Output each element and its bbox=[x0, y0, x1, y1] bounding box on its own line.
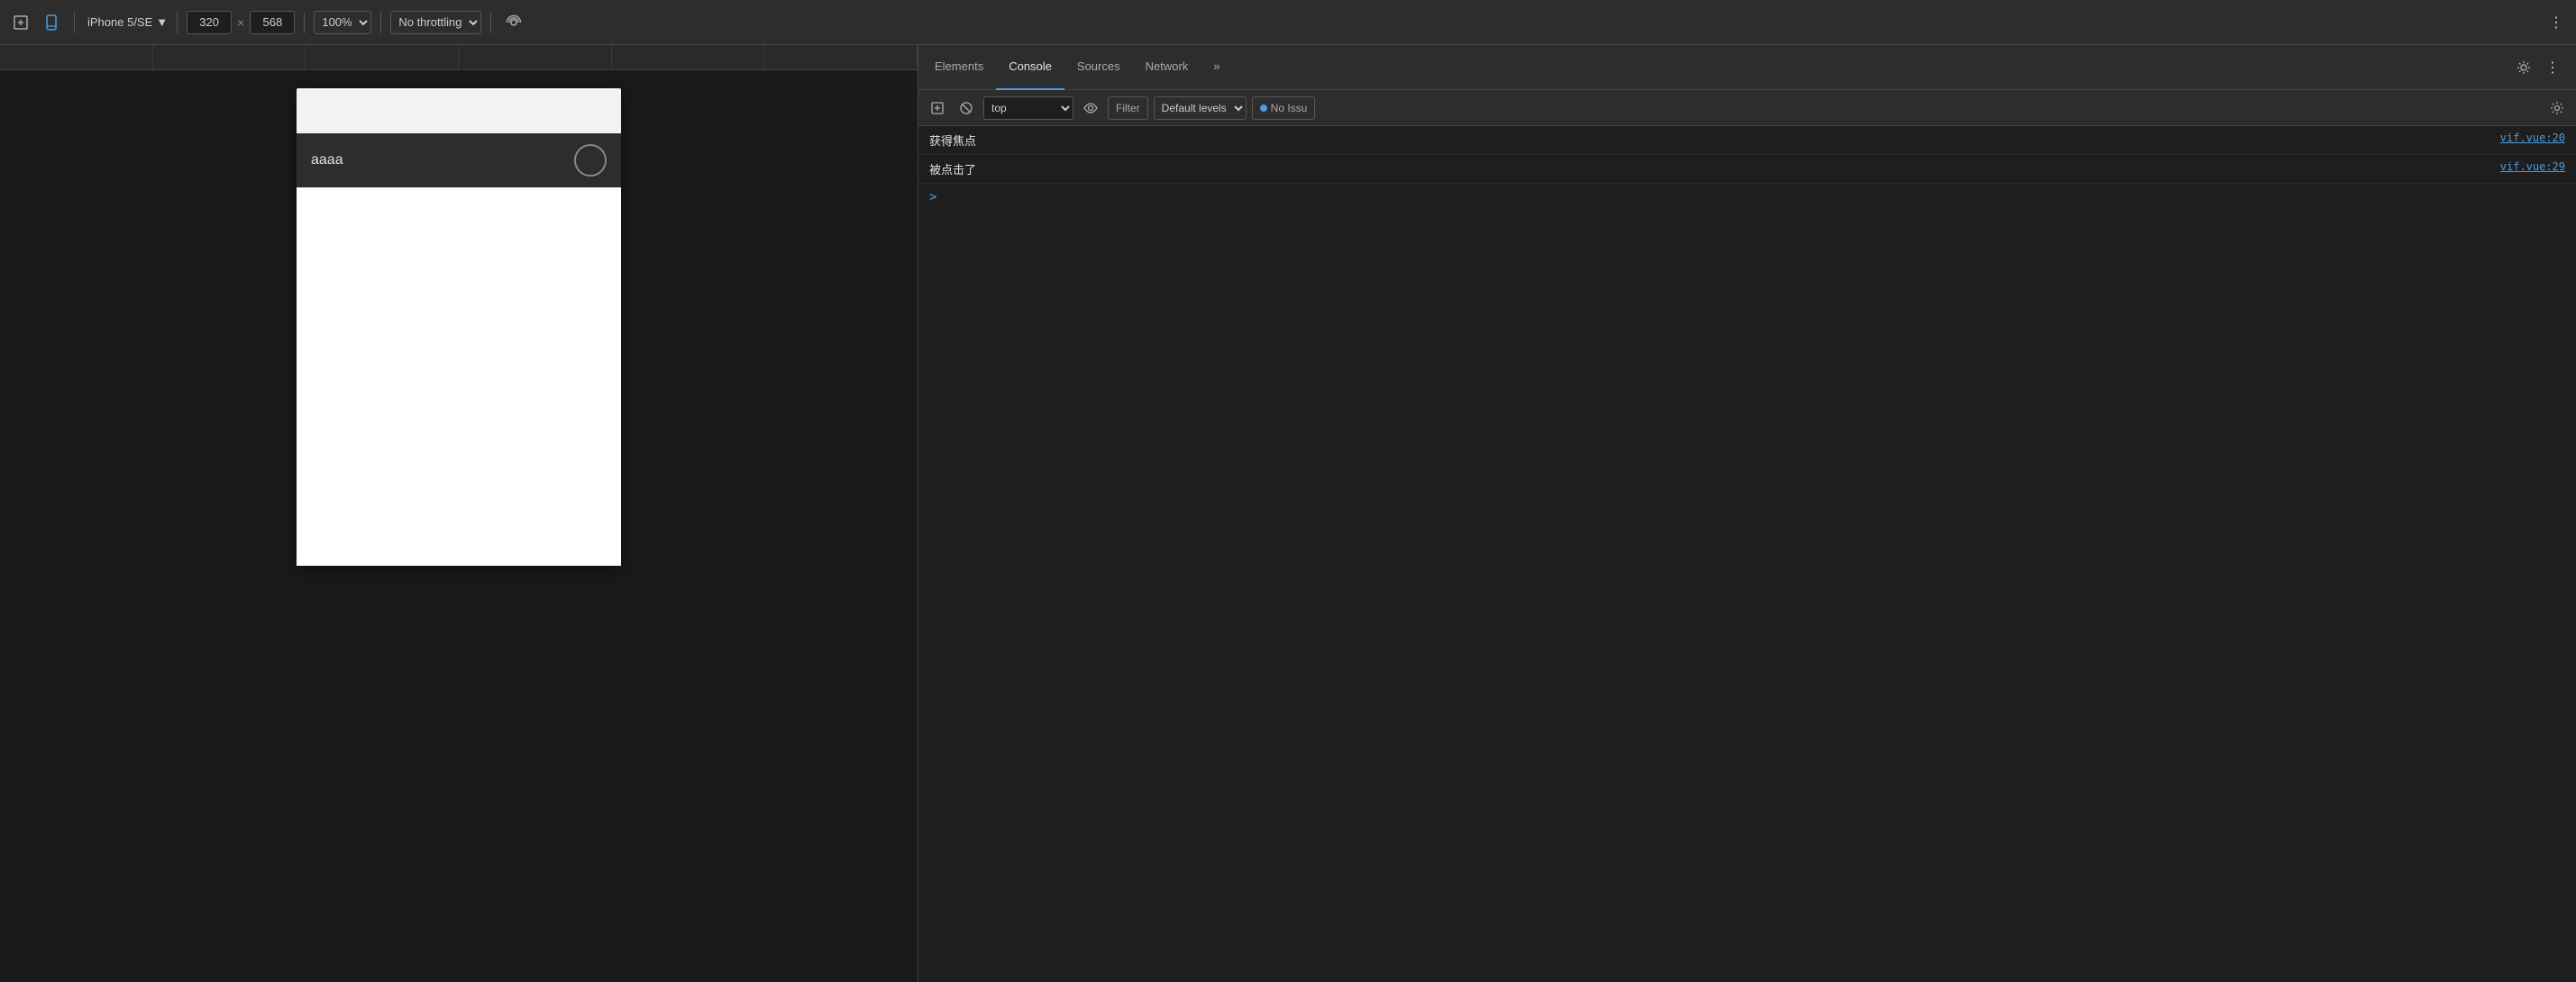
console-prompt-chevron: > bbox=[929, 190, 936, 205]
device-name: iPhone 5/SE bbox=[87, 15, 152, 29]
console-entry-file-2[interactable]: vif.vue:29 bbox=[2500, 160, 2565, 173]
console-entry-file-1[interactable]: vif.vue:20 bbox=[2500, 132, 2565, 144]
console-log-area: 获得焦点 vif.vue:20 被点击了 vif.vue:29 > bbox=[918, 126, 2576, 982]
devtools-more-button[interactable]: ⋮ bbox=[2540, 55, 2565, 80]
sep-2 bbox=[177, 12, 178, 33]
console-inspect-button[interactable] bbox=[926, 98, 949, 118]
tab-network[interactable]: Network bbox=[1133, 45, 1201, 90]
toolbar-right: ⋮ bbox=[2544, 10, 2569, 35]
devtools-tab-icons: ⋮ bbox=[2504, 55, 2572, 80]
device-frame: aaaa bbox=[297, 88, 621, 566]
height-input[interactable] bbox=[250, 11, 295, 34]
console-entry-2[interactable]: 被点击了 vif.vue:29 bbox=[918, 155, 2576, 184]
console-entry-text-2: 被点击了 bbox=[929, 160, 2500, 177]
sep-5 bbox=[490, 12, 491, 33]
console-toolbar: top Filter Default levels No Issu bbox=[918, 90, 2576, 126]
console-filter-button[interactable]: Filter bbox=[1108, 96, 1148, 120]
console-issues-badge: No Issu bbox=[1252, 96, 1316, 120]
device-body bbox=[297, 187, 621, 566]
devtools-settings-button[interactable] bbox=[2511, 57, 2536, 78]
tab-elements[interactable]: Elements bbox=[922, 45, 996, 90]
ruler-cell bbox=[459, 45, 612, 69]
device-toggle-button[interactable] bbox=[38, 11, 65, 34]
issues-dot bbox=[1260, 105, 1267, 112]
tab-more[interactable]: » bbox=[1201, 45, 1232, 90]
ruler-cell bbox=[764, 45, 918, 69]
devtools-tab-bar: Elements Console Sources Network » bbox=[918, 45, 2576, 90]
console-levels-select[interactable]: Default levels bbox=[1154, 96, 1247, 120]
device-top-bar bbox=[297, 88, 621, 133]
context-select[interactable]: top bbox=[983, 96, 1073, 120]
ruler bbox=[0, 45, 918, 70]
sensors-button[interactable] bbox=[500, 11, 527, 34]
ruler-cell bbox=[612, 45, 765, 69]
console-clear-button[interactable] bbox=[955, 98, 978, 118]
inspect-toggle-button[interactable] bbox=[7, 11, 34, 34]
zoom-select[interactable]: 100% bbox=[314, 11, 371, 34]
sep-3 bbox=[304, 12, 305, 33]
console-settings-button[interactable] bbox=[2545, 98, 2569, 118]
dim-separator: × bbox=[235, 15, 246, 30]
console-entry-1[interactable]: 获得焦点 vif.vue:20 bbox=[918, 126, 2576, 155]
preview-content: aaaa bbox=[297, 70, 621, 982]
sep-1 bbox=[74, 12, 75, 33]
console-prompt-row: > bbox=[918, 184, 2576, 211]
sep-4 bbox=[380, 12, 381, 33]
console-eye-button[interactable] bbox=[1079, 98, 1102, 118]
console-input[interactable] bbox=[944, 191, 2565, 205]
device-toolbar: iPhone 5/SE ▼ × 100% No throttling ⋮ bbox=[0, 0, 2576, 45]
nav-text: aaaa bbox=[311, 152, 343, 168]
more-options-button[interactable]: ⋮ bbox=[2544, 10, 2569, 35]
nav-circle bbox=[574, 144, 607, 177]
main-area: aaaa Elements Console Sources Network bbox=[0, 45, 2576, 982]
width-input[interactable] bbox=[187, 11, 232, 34]
tab-sources[interactable]: Sources bbox=[1064, 45, 1133, 90]
throttle-select[interactable]: No throttling bbox=[390, 11, 481, 34]
ruler-cell bbox=[306, 45, 459, 69]
device-selector[interactable]: iPhone 5/SE ▼ bbox=[87, 15, 168, 29]
ruler-cell bbox=[153, 45, 306, 69]
ruler-cell bbox=[0, 45, 153, 69]
tab-console[interactable]: Console bbox=[996, 45, 1064, 90]
devtools-panel: Elements Console Sources Network » bbox=[918, 45, 2576, 982]
preview-area: aaaa bbox=[0, 45, 918, 982]
console-entry-text-1: 获得焦点 bbox=[929, 132, 2500, 149]
device-dropdown-icon: ▼ bbox=[156, 15, 168, 29]
device-nav-bar: aaaa bbox=[297, 133, 621, 187]
